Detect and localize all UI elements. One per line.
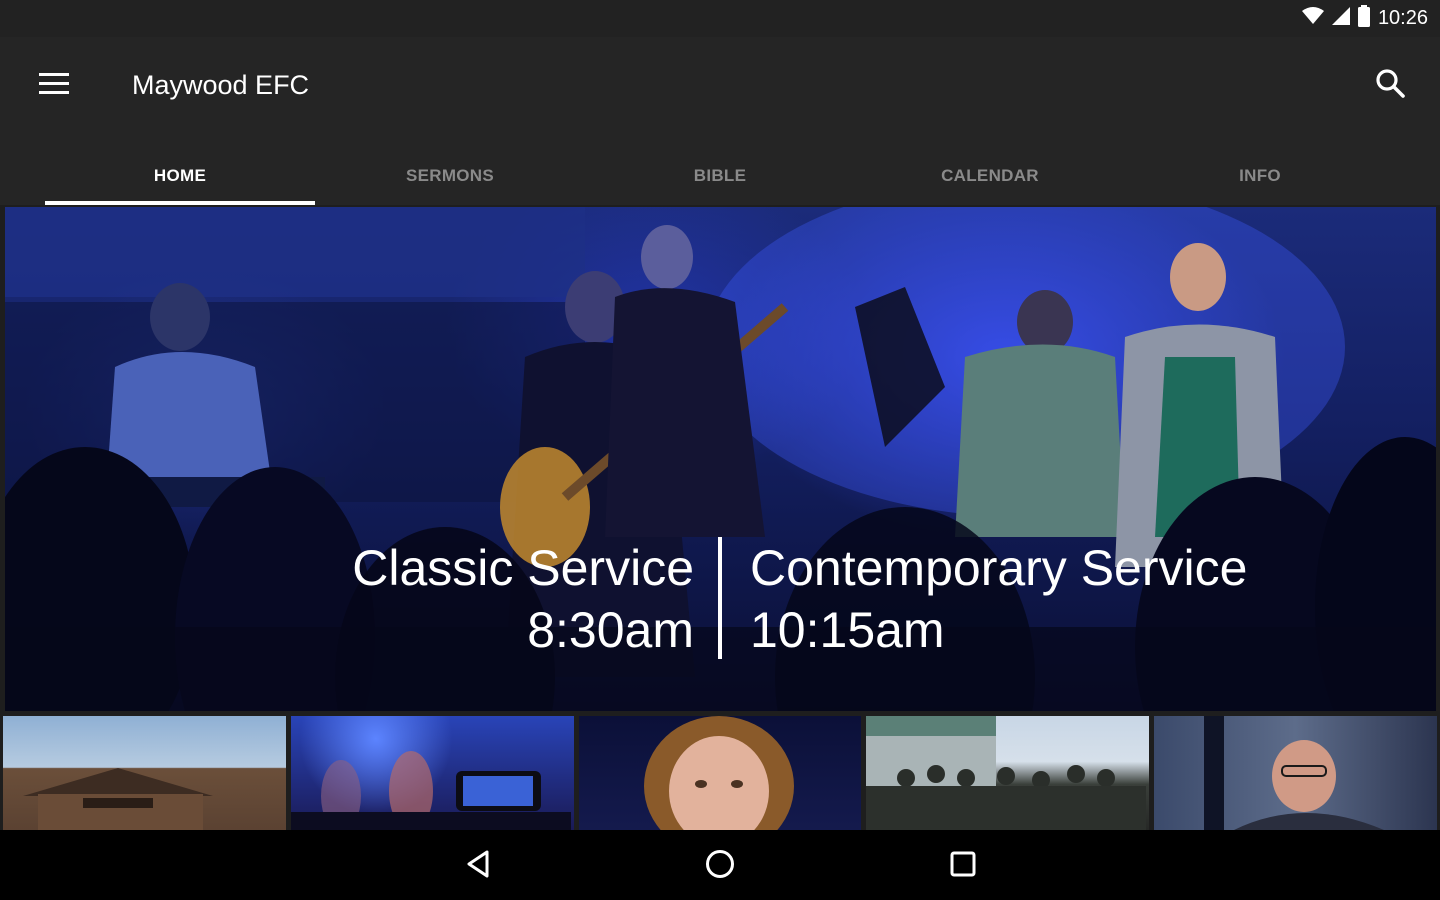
service-divider (718, 537, 722, 659)
classic-service: Classic Service 8:30am (352, 537, 694, 661)
tile-portrait[interactable] (578, 716, 862, 830)
concert-image (290, 751, 571, 830)
tile-pastor[interactable] (1154, 716, 1437, 830)
classic-service-title: Classic Service (352, 540, 694, 596)
tab-home[interactable]: HOME (45, 147, 315, 205)
tile-grid (0, 716, 1440, 830)
pastor-image (1204, 716, 1385, 830)
menu-button[interactable] (30, 65, 78, 107)
cell-signal-icon (1331, 7, 1350, 30)
status-bar: 10:26 (0, 0, 1440, 37)
group-photo-image (866, 716, 1147, 830)
search-icon (1375, 68, 1405, 103)
system-nav-bar (0, 830, 1440, 900)
back-button[interactable] (454, 842, 502, 890)
contemporary-service-time: 10:15am (750, 602, 945, 658)
hamburger-menu-icon (39, 72, 69, 100)
hero-banner[interactable]: Classic Service 8:30am Contemporary Serv… (5, 207, 1436, 711)
app-bar: Maywood EFC HOME SERMONS BIBLE CALENDAR … (0, 37, 1440, 205)
tab-bible[interactable]: BIBLE (585, 147, 855, 205)
tab-bar: HOME SERMONS BIBLE CALENDAR INFO (45, 147, 1395, 205)
tile-group-photo[interactable] (866, 716, 1150, 830)
portrait-image (643, 716, 794, 830)
app-title: Maywood EFC (132, 70, 310, 100)
back-icon (465, 850, 491, 883)
service-times: Classic Service 8:30am Contemporary Serv… (5, 537, 1436, 667)
status-time: 10:26 (1377, 7, 1428, 29)
recent-apps-icon (950, 851, 976, 882)
home-icon (705, 849, 735, 884)
search-button[interactable] (1368, 63, 1412, 107)
contemporary-service-title: Contemporary Service (750, 540, 1248, 596)
tile-concert[interactable] (290, 716, 574, 830)
home-button[interactable] (696, 842, 744, 890)
tile-church-building[interactable] (3, 716, 286, 830)
classic-service-time: 8:30am (527, 602, 694, 658)
battery-icon (1357, 5, 1370, 32)
tab-calendar[interactable]: CALENDAR (855, 147, 1125, 205)
church-building-image (23, 768, 213, 830)
tab-sermons[interactable]: SERMONS (315, 147, 585, 205)
tab-info[interactable]: INFO (1125, 147, 1395, 205)
recent-apps-button[interactable] (939, 842, 987, 890)
contemporary-service: Contemporary Service 10:15am (750, 537, 1247, 661)
status-icons: 10:26 (1301, 0, 1428, 37)
wifi-icon (1301, 7, 1324, 30)
